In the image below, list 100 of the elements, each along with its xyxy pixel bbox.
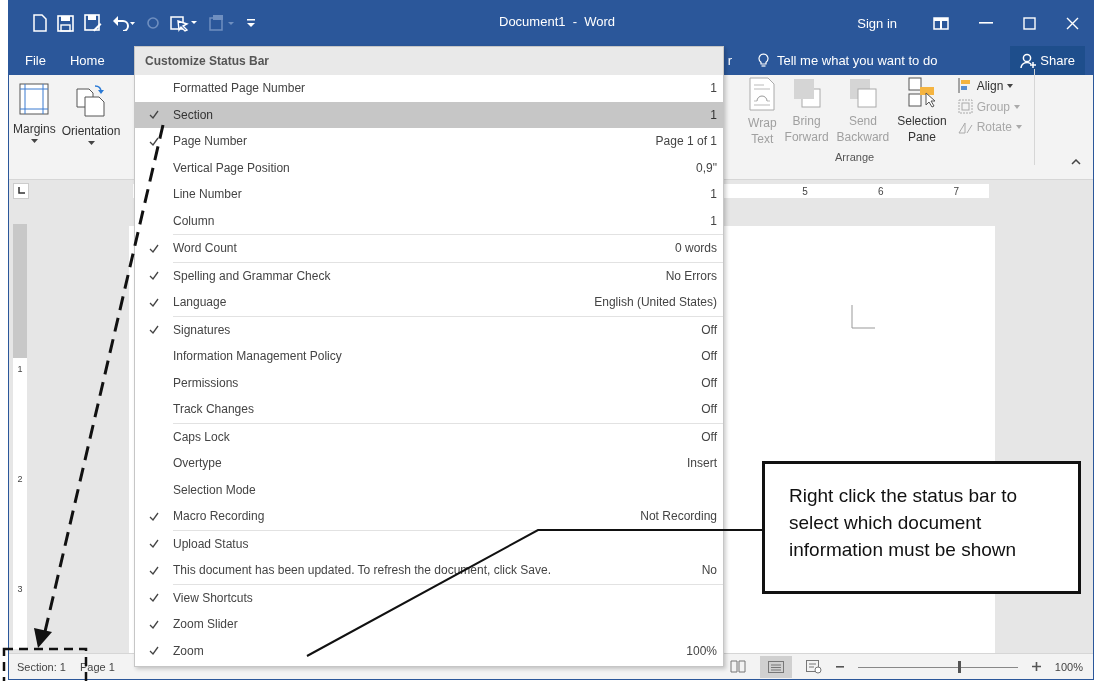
ribbon-button[interactable]: Orientation bbox=[59, 83, 123, 179]
lightbulb-icon bbox=[758, 53, 769, 68]
ribbon-tab[interactable]: r bbox=[725, 49, 734, 72]
menu-title: Customize Status Bar bbox=[135, 47, 723, 75]
menu-item-label: View Shortcuts bbox=[173, 590, 253, 605]
menu-item-label: Signatures bbox=[173, 322, 231, 337]
touch-mode-icon[interactable] bbox=[170, 14, 198, 32]
ribbon-tab[interactable]: Home bbox=[59, 49, 115, 72]
menu-item-label: Line Number bbox=[173, 187, 242, 202]
caret-icon bbox=[30, 139, 38, 143]
menu-item[interactable]: Track Changes Off bbox=[135, 396, 723, 423]
ribbon-display-icon[interactable] bbox=[933, 16, 949, 30]
ribbon-tab[interactable]: File bbox=[15, 49, 56, 72]
button-label: Bring bbox=[792, 113, 821, 129]
menu-item[interactable]: Spelling and Grammar Check No Errors bbox=[135, 262, 723, 289]
button-label: Forward bbox=[784, 129, 829, 145]
menu-item[interactable]: Upload Status bbox=[135, 530, 723, 557]
menu-item[interactable]: Zoom Slider bbox=[135, 611, 723, 638]
sign-in-button[interactable]: Sign in bbox=[857, 11, 897, 35]
share-button[interactable]: Share bbox=[1010, 46, 1085, 75]
menu-item-label: Section bbox=[173, 107, 214, 122]
menu-item[interactable]: Selection Mode bbox=[135, 476, 723, 503]
ribbon-button[interactable]: Margins bbox=[11, 83, 58, 179]
ribbon-button[interactable]: Selection Pane bbox=[894, 77, 950, 147]
save-as-icon[interactable] bbox=[84, 14, 102, 32]
menu-item-label: Track Changes bbox=[173, 402, 254, 417]
read-mode-icon[interactable] bbox=[729, 660, 746, 673]
menu-item[interactable]: Page Number Page 1 of 1 bbox=[135, 128, 723, 155]
menu-item[interactable]: Signatures Off bbox=[135, 316, 723, 343]
menu-item[interactable]: Column 1 bbox=[135, 207, 723, 234]
menu-item[interactable]: View Shortcuts bbox=[135, 584, 723, 611]
menu-item[interactable]: Zoom 100% bbox=[135, 637, 723, 664]
menu-item[interactable]: Line Number 1 bbox=[135, 181, 723, 208]
menu-item[interactable]: Permissions Off bbox=[135, 369, 723, 396]
menu-item-label: Column bbox=[173, 213, 215, 228]
callout-text: Right click the status bar to select which document information must be shown bbox=[789, 485, 1018, 560]
menu-item-value: Off bbox=[701, 375, 717, 390]
menu-item-value: 100% bbox=[686, 643, 717, 658]
menu-item-value: Off bbox=[701, 349, 717, 364]
ruler-number: 7 bbox=[953, 185, 959, 197]
tell-me-field[interactable]: Tell me what you want to do bbox=[758, 52, 1009, 69]
menu-item[interactable]: Information Management Policy Off bbox=[135, 343, 723, 370]
menu-item-label: Upload Status bbox=[173, 536, 249, 551]
web-layout-icon[interactable] bbox=[805, 659, 822, 674]
status-item[interactable]: Page 1 bbox=[71, 660, 121, 673]
menu-item-label: Language bbox=[173, 295, 227, 310]
rotate-icon bbox=[957, 120, 973, 134]
window-title: Document1 - Word bbox=[499, 14, 616, 29]
maximize-icon[interactable] bbox=[1023, 16, 1036, 30]
menu-item-value: 1 bbox=[710, 107, 717, 122]
menu-item-value: Off bbox=[701, 322, 717, 337]
menu-item-value: No bbox=[701, 563, 717, 578]
menu-item-label: Selection Mode bbox=[173, 482, 256, 497]
zoom-slider-thumb[interactable] bbox=[957, 660, 961, 673]
caret-icon bbox=[87, 141, 95, 145]
collapse-ribbon-icon[interactable] bbox=[1071, 159, 1081, 165]
save-icon[interactable] bbox=[57, 14, 74, 32]
menu-item[interactable]: Caps Lock Off bbox=[135, 423, 723, 450]
zoom-level[interactable]: 100% bbox=[1054, 660, 1083, 673]
undo-icon[interactable] bbox=[112, 15, 136, 31]
menu-item-value: Insert bbox=[687, 456, 717, 471]
button-label: Pane bbox=[907, 129, 936, 145]
button-label: Selection bbox=[897, 113, 947, 129]
zoom-in-icon[interactable] bbox=[1031, 662, 1041, 671]
menu-item-value: Off bbox=[701, 429, 717, 444]
menu-item-value: 0 words bbox=[674, 241, 717, 256]
print-layout-button[interactable] bbox=[759, 655, 792, 678]
margins-icon bbox=[19, 83, 50, 115]
menu-item-label: Vertical Page Position bbox=[173, 160, 290, 175]
new-document-icon[interactable] bbox=[33, 14, 47, 32]
group-label: Arrange bbox=[835, 151, 875, 165]
menu-item[interactable]: Section 1 bbox=[135, 101, 723, 128]
status-item[interactable]: Section: 1 bbox=[9, 660, 72, 673]
menu-item[interactable]: Formatted Page Number 1 bbox=[135, 75, 723, 102]
menu-item-label: Spelling and Grammar Check bbox=[173, 268, 331, 283]
caret-icon bbox=[1014, 104, 1020, 109]
menu-item-label: Caps Lock bbox=[173, 429, 230, 444]
close-icon[interactable] bbox=[1066, 16, 1079, 30]
tab-selector-icon[interactable] bbox=[13, 183, 29, 199]
menu-item-label: Formatted Page Number bbox=[173, 81, 306, 96]
menu-item[interactable]: Macro Recording Not Recording bbox=[135, 503, 723, 530]
ribbon-button[interactable]: Align bbox=[955, 77, 1024, 94]
button-label: Send bbox=[848, 113, 877, 129]
menu-item[interactable]: Language English (United States) bbox=[135, 289, 723, 316]
menu-item-value: Not Recording bbox=[640, 509, 717, 524]
ruler-number: 1 bbox=[17, 364, 23, 374]
menu-item-label: Permissions bbox=[173, 375, 239, 390]
menu-item[interactable]: Overtype Insert bbox=[135, 450, 723, 477]
zoom-slider[interactable] bbox=[857, 659, 1018, 674]
button-label: Backward bbox=[836, 129, 890, 145]
zoom-out-icon[interactable] bbox=[835, 665, 844, 668]
menu-item[interactable]: Word Count 0 words bbox=[135, 235, 723, 262]
ruler-number: 3 bbox=[17, 584, 23, 594]
menu-item-label: Zoom Slider bbox=[173, 617, 238, 632]
menu-item[interactable]: Vertical Page Position 0,9" bbox=[135, 154, 723, 181]
menu-item-label: Information Management Policy bbox=[173, 349, 342, 364]
button-label: Text bbox=[751, 131, 774, 147]
customize-toolbar-icon[interactable] bbox=[246, 17, 256, 29]
button-label: Wrap bbox=[748, 115, 777, 131]
person-add-icon bbox=[1020, 53, 1037, 68]
